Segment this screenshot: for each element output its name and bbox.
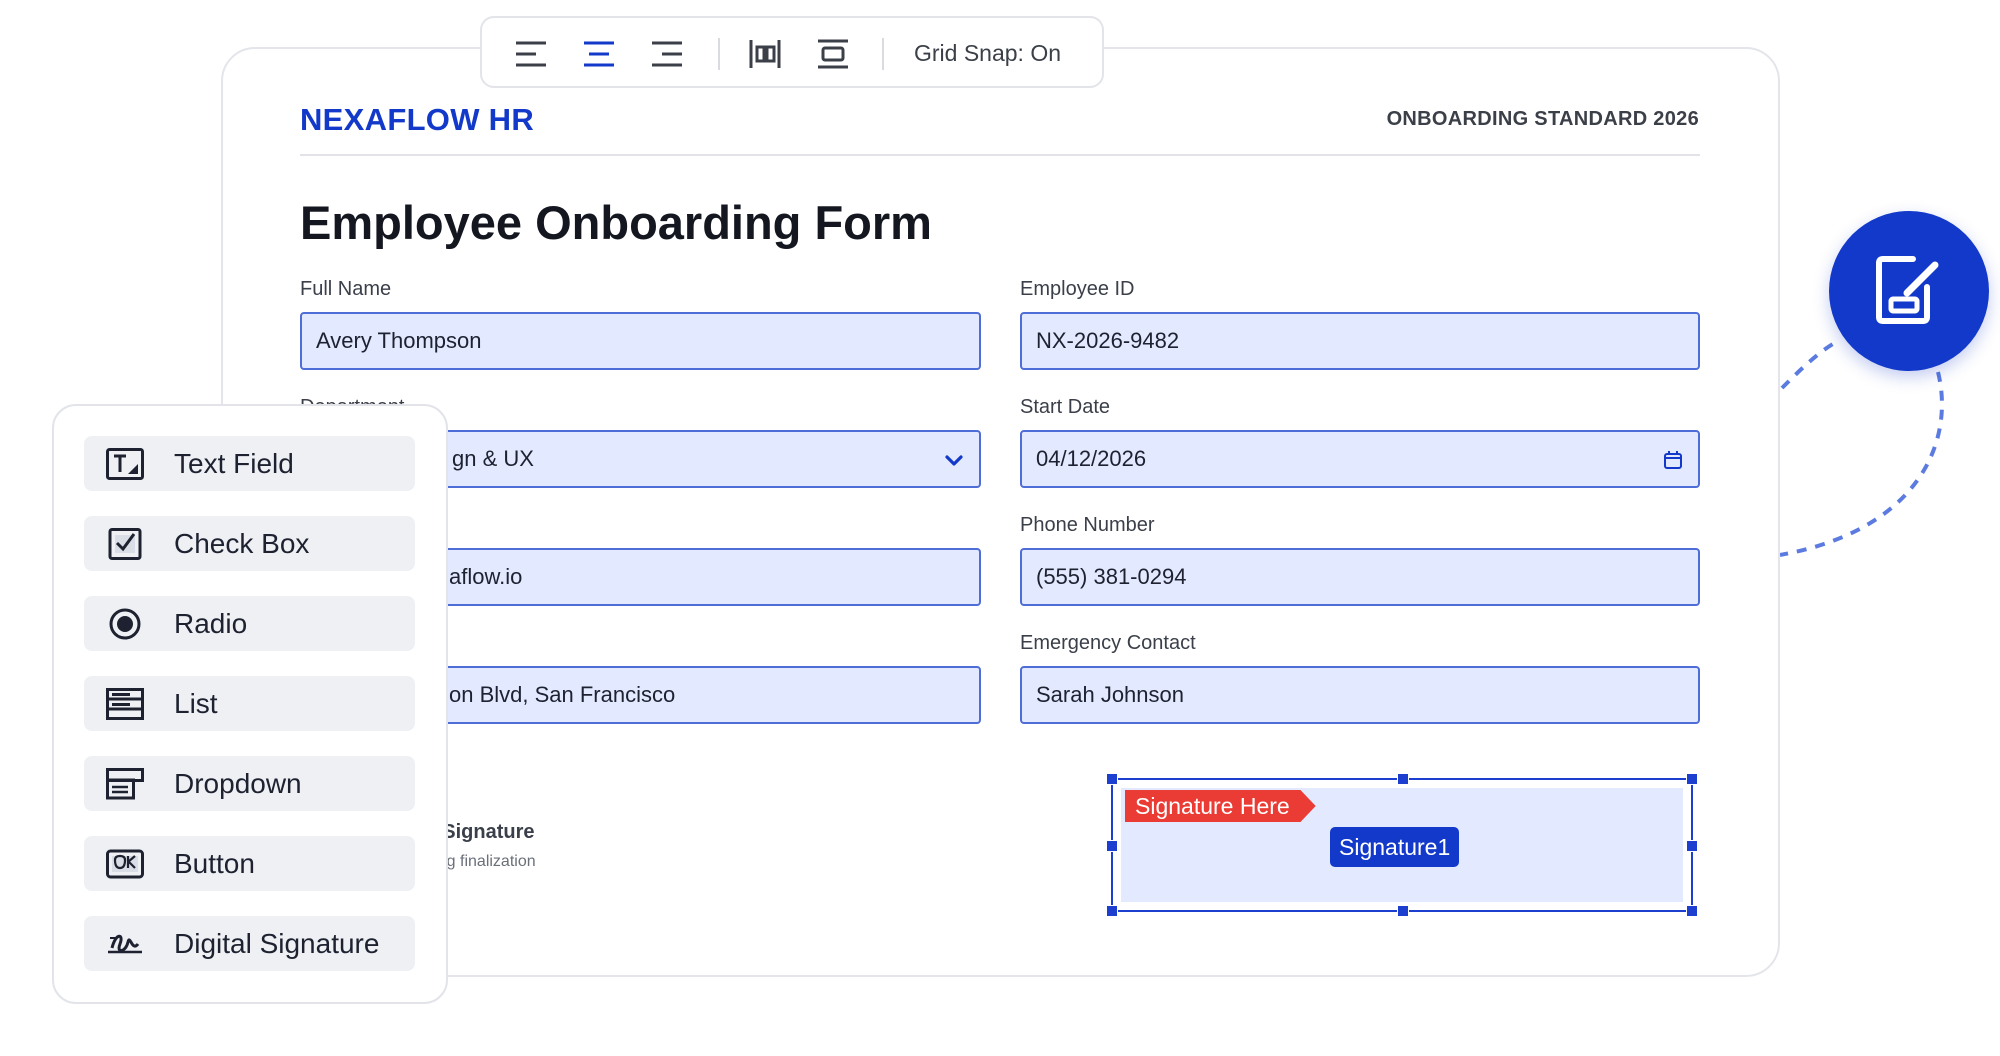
- emergency-contact-value: Sarah Johnson: [1036, 682, 1184, 707]
- toolbar-divider: [718, 38, 720, 70]
- align-center-icon[interactable]: [582, 38, 616, 70]
- editor-stage: NEXAFLOW HR ONBOARDING STANDARD 2026 Emp…: [0, 0, 2000, 1056]
- align-left-icon[interactable]: [514, 38, 548, 70]
- email-value: aflow.io: [449, 564, 523, 589]
- resize-handle-w[interactable]: [1106, 840, 1118, 852]
- header-divider: [300, 154, 1700, 156]
- palette-item-radio[interactable]: Radio: [84, 596, 415, 651]
- palette-item-dropdown[interactable]: Dropdown: [84, 756, 415, 811]
- phone-label: Phone Number: [1020, 514, 1155, 536]
- resize-handle-n[interactable]: [1397, 773, 1409, 785]
- phone-field[interactable]: (555) 381-0294: [1020, 548, 1700, 606]
- resize-handle-sw[interactable]: [1106, 905, 1118, 917]
- resize-handle-e[interactable]: [1686, 840, 1698, 852]
- start-date-label: Start Date: [1020, 396, 1111, 418]
- palette-item-label: Digital Signature: [174, 928, 380, 959]
- palette-item-label: Check Box: [174, 528, 310, 559]
- palette-item-digital-signature[interactable]: Digital Signature: [84, 916, 415, 971]
- full-name-label: Full Name: [300, 278, 392, 300]
- palette-item-label: Dropdown: [174, 768, 302, 799]
- toolbar-divider: [882, 38, 884, 70]
- address-value: on Blvd, San Francisco: [449, 682, 676, 707]
- employee-id-label: Employee ID: [1020, 278, 1135, 300]
- palette-item-label: List: [174, 688, 218, 719]
- digital-signature-icon: [108, 934, 142, 954]
- alignment-toolbar: Grid Snap: On: [480, 16, 1104, 88]
- distribute-horizontal-icon[interactable]: [748, 38, 782, 70]
- emergency-contact-field[interactable]: Sarah Johnson: [1020, 666, 1700, 724]
- checkbox-icon: [108, 528, 142, 560]
- resize-handle-nw[interactable]: [1106, 773, 1118, 785]
- radio-icon: [109, 608, 141, 640]
- palette-item-list[interactable]: List: [84, 676, 415, 731]
- button-icon: [106, 849, 144, 879]
- signature-here-badge: Signature Here: [1125, 790, 1316, 822]
- field-palette: Text Field Check Box Radio List Dropdown…: [52, 404, 448, 1004]
- department-value: gn & UX: [452, 446, 534, 471]
- palette-item-check-box[interactable]: Check Box: [84, 516, 415, 571]
- page-title: Employee Onboarding Form: [300, 196, 932, 249]
- signature-field-name: Signature1: [1330, 827, 1460, 867]
- list-icon: [106, 688, 144, 720]
- brand-logo: NEXAFLOW HR: [300, 102, 535, 137]
- calendar-icon[interactable]: [1662, 449, 1684, 471]
- palette-item-button[interactable]: Button: [84, 836, 415, 891]
- resize-handle-s[interactable]: [1397, 905, 1409, 917]
- standard-label: ONBOARDING STANDARD 2026: [1386, 108, 1699, 130]
- start-date-value: 04/12/2026: [1036, 446, 1147, 471]
- signature-field-box[interactable]: Signature Here Signature1: [1106, 773, 1698, 917]
- edit-document-icon: [1876, 256, 1939, 324]
- distribute-vertical-icon[interactable]: [816, 38, 850, 70]
- employee-id-value: NX-2026-9482: [1036, 328, 1180, 353]
- edit-form-button[interactable]: [1829, 211, 1989, 371]
- resize-handle-se[interactable]: [1686, 905, 1698, 917]
- palette-item-text-field[interactable]: Text Field: [84, 436, 415, 491]
- palette-item-label: Text Field: [174, 448, 294, 479]
- palette-item-label: Button: [174, 848, 255, 879]
- chevron-down-icon: [945, 455, 963, 466]
- palette-item-label: Radio: [174, 608, 248, 639]
- align-right-icon[interactable]: [650, 38, 684, 70]
- dropdown-icon: [106, 768, 144, 800]
- employee-id-field[interactable]: NX-2026-9482: [1020, 312, 1700, 370]
- full-name-value: Avery Thompson: [316, 328, 482, 353]
- emergency-contact-label: Emergency Contact: [1020, 632, 1196, 654]
- grid-snap-toggle[interactable]: Grid Snap: On: [914, 40, 1061, 67]
- resize-handle-ne[interactable]: [1686, 773, 1698, 785]
- text-field-icon: [106, 448, 144, 480]
- phone-value: (555) 381-0294: [1036, 564, 1187, 589]
- full-name-field[interactable]: Avery Thompson: [300, 312, 981, 370]
- start-date-field[interactable]: 04/12/2026: [1020, 430, 1700, 488]
